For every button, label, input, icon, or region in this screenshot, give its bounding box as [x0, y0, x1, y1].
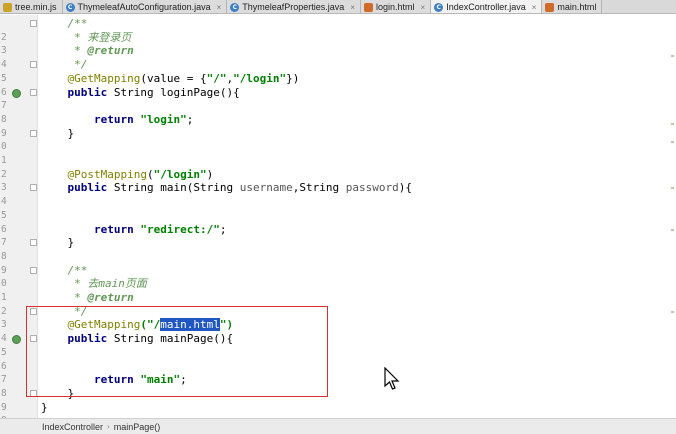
code-line[interactable]: 1 * 去main页面 — [0, 277, 676, 303]
fold-icon[interactable] — [30, 61, 37, 69]
error-stripe-marker[interactable] — [671, 123, 674, 125]
java-class-icon: C — [230, 2, 240, 12]
html-file-icon — [545, 2, 555, 12]
close-icon[interactable]: × — [532, 3, 537, 12]
fold-icon[interactable] — [30, 20, 37, 27]
code-line[interactable]: 2 — [0, 154, 676, 180]
error-stripe-marker[interactable] — [671, 311, 674, 313]
tab-label: main.html — [557, 2, 597, 12]
error-stripe-marker[interactable] — [671, 141, 674, 143]
java-class-icon: C — [434, 2, 444, 12]
code-line[interactable]: 3 @PostMapping("/login") — [0, 168, 676, 194]
code-line[interactable]: 2 /** — [0, 17, 676, 43]
close-icon[interactable]: × — [350, 3, 355, 12]
fold-icon[interactable] — [30, 266, 37, 274]
tab-label: tree.min.js — [15, 2, 57, 12]
js-file-icon — [3, 2, 12, 12]
breadcrumb-item-method[interactable]: mainPage() — [114, 422, 161, 432]
error-stripe-marker[interactable] — [671, 187, 674, 189]
tab-index-controller[interactable]: C IndexController.java × — [431, 0, 543, 13]
tab-label: ThymeleafProperties.java — [242, 2, 345, 12]
annotation-highlight-box — [26, 306, 328, 397]
code-line[interactable]: 6 — [0, 209, 676, 235]
tab-label: login.html — [375, 2, 415, 12]
fold-icon[interactable] — [30, 88, 37, 96]
tab-main-html[interactable]: main.html — [542, 0, 603, 13]
code-line[interactable]: 4 public String main(String username,Str… — [0, 181, 676, 207]
tab-label: ThymeleafAutoConfiguration.java — [77, 2, 211, 12]
tab-label: IndexController.java — [446, 2, 526, 12]
breadcrumb: IndexController › mainPage() — [0, 418, 676, 434]
code-line[interactable]: 0 } — [0, 127, 676, 153]
tab-tree-min-js[interactable]: tree.min.js — [0, 0, 63, 13]
code-line[interactable]: 9 return "login"; — [0, 113, 676, 139]
close-icon[interactable]: × — [217, 3, 222, 12]
code-line[interactable]: 0 } — [0, 401, 676, 427]
code-line[interactable]: 0 /** — [0, 264, 676, 290]
code-line[interactable]: 7 public String loginPage(){ — [0, 86, 676, 112]
code-line[interactable]: 3 * 来登录页 — [0, 31, 676, 57]
code-line[interactable]: 6 @GetMapping(value = {"/","/login"}) — [0, 72, 676, 98]
breadcrumb-separator: › — [107, 422, 110, 431]
code-line[interactable]: 8 — [0, 99, 676, 125]
fold-icon[interactable] — [30, 184, 37, 192]
code-line[interactable]: 5 — [0, 195, 676, 221]
java-class-icon: C — [65, 2, 75, 12]
error-stripe-marker[interactable] — [671, 229, 674, 231]
error-stripe-marker[interactable] — [671, 55, 674, 57]
code-line[interactable]: 2 * @return — [0, 291, 676, 317]
request-mapping-icon[interactable] — [12, 88, 21, 98]
code-line[interactable]: 8 } — [0, 236, 676, 262]
tab-login-html[interactable]: login.html × — [360, 0, 432, 13]
code-line[interactable]: 1 — [0, 140, 676, 166]
code-line[interactable]: 5 */ — [0, 58, 676, 84]
fold-icon[interactable] — [30, 239, 37, 247]
tab-thymeleaf-auto-configuration[interactable]: C ThymeleafAutoConfiguration.java × — [62, 0, 228, 13]
breadcrumb-item-class[interactable]: IndexController — [42, 422, 103, 432]
tab-thymeleaf-properties[interactable]: C ThymeleafProperties.java × — [227, 0, 361, 13]
html-file-icon — [363, 2, 373, 12]
code-line[interactable]: 4 * @return — [0, 44, 676, 70]
fold-icon[interactable] — [30, 129, 37, 137]
request-mapping-icon[interactable] — [12, 335, 21, 345]
close-icon[interactable]: × — [421, 3, 426, 12]
editor-tab-bar: tree.min.js C ThymeleafAutoConfiguration… — [0, 0, 676, 14]
code-editor[interactable]: 2 /** 3 * 来登录页 4 * @return 5 */ 6 @GetMa… — [0, 15, 676, 427]
code-line[interactable]: 7 return "redirect:/"; — [0, 223, 676, 249]
mouse-pointer-icon — [384, 367, 400, 390]
code-line[interactable]: 9 — [0, 250, 676, 276]
